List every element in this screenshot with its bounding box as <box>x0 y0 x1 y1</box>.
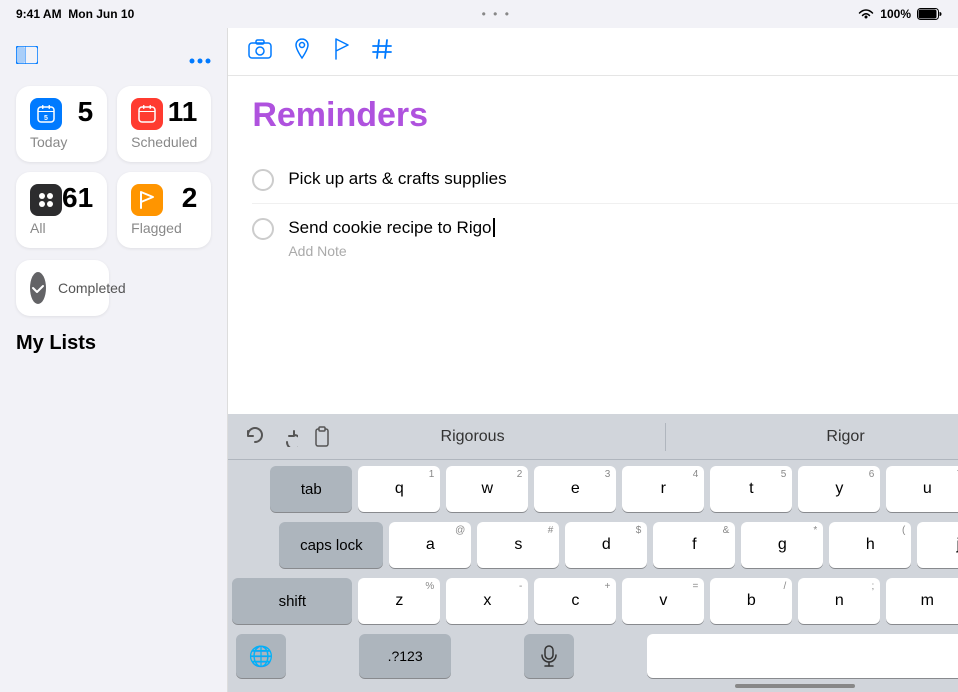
all-label: All <box>30 220 93 236</box>
battery-icon <box>917 8 942 20</box>
num-left-key[interactable]: .?123 <box>359 634 451 678</box>
key-z[interactable]: %z <box>358 578 440 624</box>
location-icon[interactable] <box>292 38 312 65</box>
home-bar <box>735 684 855 688</box>
completed-icon <box>30 272 46 304</box>
status-right: 100% <box>858 7 942 21</box>
reminder-item-2[interactable]: Send cookie recipe to Rigo‌ Add Note i <box>252 204 958 271</box>
reminder-circle-1[interactable] <box>252 169 274 191</box>
key-m[interactable]: :m <box>886 578 958 624</box>
all-count: 61 <box>62 184 93 212</box>
main-toolbar: Done <box>228 28 958 76</box>
home-indicator <box>228 684 958 692</box>
camera-icon[interactable] <box>248 39 272 64</box>
keyboard-row-1: tab 1q 2w 3e 4r 5t 6y 7u 8i 9o 0p delete <box>232 466 958 512</box>
today-label: Today <box>30 134 93 150</box>
key-c[interactable]: +c <box>534 578 616 624</box>
keyboard-bottom-row: 🌐 .?123 .?123 <box>232 634 958 678</box>
shift-left-key[interactable]: shift <box>232 578 352 624</box>
hashtag-icon[interactable] <box>372 38 392 65</box>
battery-level: 100% <box>880 7 911 21</box>
status-bar: 9:41 AM Mon Jun 10 • • • 100% <box>0 0 958 28</box>
key-h[interactable]: (h <box>829 522 911 568</box>
all-card[interactable]: 61 All <box>16 172 107 248</box>
scheduled-card[interactable]: 11 Scheduled <box>117 86 211 162</box>
key-n[interactable]: ;n <box>798 578 880 624</box>
key-v[interactable]: =v <box>622 578 704 624</box>
key-f[interactable]: &f <box>653 522 735 568</box>
reminder-text-block-2: Send cookie recipe to Rigo‌ Add Note <box>288 216 958 259</box>
reminder-item[interactable]: Pick up arts & crafts supplies <box>252 155 958 204</box>
scheduled-count: 11 <box>168 98 198 126</box>
all-icon <box>30 184 62 216</box>
keyboard-area: Rigorous Rigor Rigorously tab 1q 2w 3e 4… <box>228 414 958 692</box>
scheduled-label: Scheduled <box>131 134 197 150</box>
status-center: • • • <box>482 7 511 21</box>
completed-label: Completed <box>58 280 126 296</box>
autocomplete-actions <box>238 421 338 453</box>
keyboard: tab 1q 2w 3e 4r 5t 6y 7u 8i 9o 0p delete… <box>228 460 958 684</box>
flagged-count: 2 <box>182 184 198 212</box>
sidebar-toggle-icon[interactable] <box>16 44 38 70</box>
toolbar-icons <box>248 38 392 65</box>
reminders-title: Reminders <box>252 96 958 135</box>
space-key[interactable] <box>647 634 958 678</box>
autocomplete-bar: Rigorous Rigor Rigorously <box>228 414 958 460</box>
key-r[interactable]: 4r <box>622 466 704 512</box>
today-count: 5 <box>78 98 94 126</box>
bottom-cards-row: Completed <box>16 260 211 316</box>
undo-button[interactable] <box>238 421 270 453</box>
cards-grid: 5 5 Today <box>16 86 211 248</box>
app-container: 5 5 Today <box>0 28 958 692</box>
today-icon: 5 <box>30 98 62 130</box>
flag-icon[interactable] <box>332 38 352 65</box>
flagged-icon <box>131 184 163 216</box>
sidebar: 5 5 Today <box>0 28 228 692</box>
my-lists-label: My Lists <box>16 332 211 355</box>
flagged-label: Flagged <box>131 220 197 236</box>
flagged-card[interactable]: 2 Flagged <box>117 172 211 248</box>
my-lists-section: My Lists <box>16 328 211 355</box>
key-x[interactable]: -x <box>446 578 528 624</box>
key-w[interactable]: 2w <box>446 466 528 512</box>
key-d[interactable]: $d <box>565 522 647 568</box>
suggestion-2[interactable]: Rigor <box>806 428 884 446</box>
reminder-text-2: Send cookie recipe to Rigo‌ <box>288 216 958 240</box>
key-b[interactable]: /b <box>710 578 792 624</box>
key-y[interactable]: 6y <box>798 466 880 512</box>
key-g[interactable]: *g <box>741 522 823 568</box>
key-e[interactable]: 3e <box>534 466 616 512</box>
key-s[interactable]: #s <box>477 522 559 568</box>
key-t[interactable]: 5t <box>710 466 792 512</box>
key-a[interactable]: @a <box>389 522 471 568</box>
keyboard-row-2: caps lock @a #s $d &f *g (h )j 'k "l ret… <box>232 522 958 568</box>
reminder-circle-2[interactable] <box>252 218 274 240</box>
completed-card[interactable]: Completed <box>16 260 109 316</box>
caps-lock-key[interactable]: caps lock <box>279 522 383 568</box>
sidebar-more-icon[interactable] <box>189 44 211 70</box>
emoji-key[interactable]: 🌐 <box>236 634 286 678</box>
reminder-text-block-1: Pick up arts & crafts supplies <box>288 167 958 191</box>
wifi-icon <box>858 8 874 20</box>
paste-icon[interactable] <box>306 421 338 453</box>
divider-1 <box>665 423 666 451</box>
autocomplete-suggestions: Rigorous Rigor Rigorously <box>350 423 958 451</box>
tab-key[interactable]: tab <box>270 466 352 512</box>
key-q[interactable]: 1q <box>358 466 440 512</box>
key-j[interactable]: )j <box>917 522 958 568</box>
key-u[interactable]: 7u <box>886 466 958 512</box>
suggestion-1[interactable]: Rigorous <box>421 428 525 446</box>
add-note-label[interactable]: Add Note <box>288 243 958 259</box>
main-content: Reminders Pick up arts & crafts supplies… <box>228 76 958 414</box>
svg-text:5: 5 <box>44 115 48 122</box>
microphone-key[interactable] <box>524 634 574 678</box>
main-panel: Done Reminders Pick up arts & crafts sup… <box>228 28 958 692</box>
reminder-text-1: Pick up arts & crafts supplies <box>288 167 958 191</box>
redo-button[interactable] <box>272 421 304 453</box>
scheduled-icon <box>131 98 163 130</box>
today-card[interactable]: 5 5 Today <box>16 86 107 162</box>
status-time: 9:41 AM Mon Jun 10 <box>16 7 134 21</box>
keyboard-row-3: shift %z -x +c =v /b ;n :m !! ?? .. shif… <box>232 578 958 624</box>
sidebar-header <box>16 40 211 74</box>
